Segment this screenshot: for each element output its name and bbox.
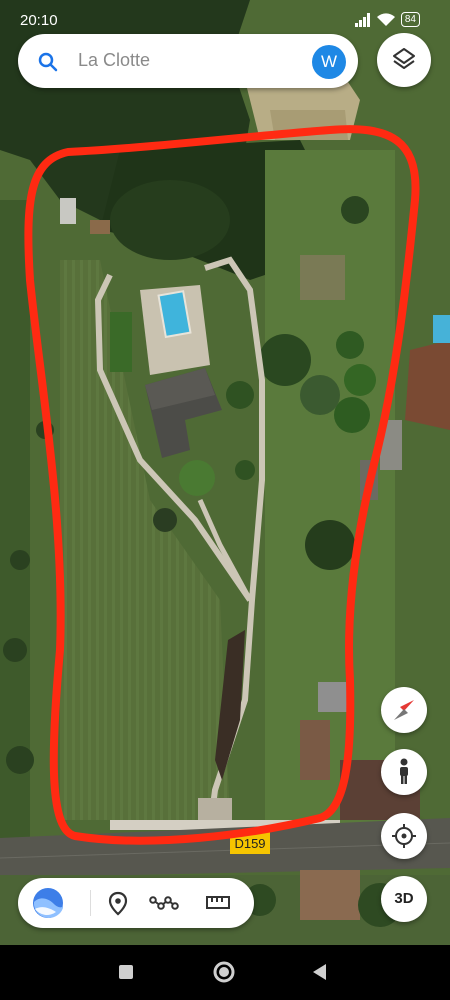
tree <box>153 508 177 532</box>
bush <box>336 331 364 359</box>
tree-canopy <box>110 180 230 260</box>
path-button[interactable] <box>142 878 186 928</box>
earth-logo-icon <box>33 888 63 918</box>
tree <box>226 381 254 409</box>
rooftop <box>300 870 360 920</box>
my-location-icon <box>392 824 416 848</box>
status-icons: 84 <box>354 12 420 27</box>
home-icon[interactable] <box>209 957 239 987</box>
measure-button[interactable] <box>196 878 240 928</box>
layers-button[interactable] <box>377 33 431 87</box>
path-icon <box>149 896 179 910</box>
road-label: D159 <box>234 836 265 851</box>
system-nav-bar <box>0 945 450 1000</box>
compass-button[interactable] <box>381 687 427 733</box>
earth-logo-button[interactable] <box>26 878 70 928</box>
avatar[interactable]: W <box>312 45 346 79</box>
compass-icon <box>394 700 414 720</box>
bush <box>344 364 376 396</box>
wifi-icon <box>376 12 395 26</box>
my-location-button[interactable] <box>381 813 427 859</box>
tree <box>235 460 255 480</box>
pool-small <box>433 315 450 343</box>
small-building <box>60 198 76 224</box>
search-bar[interactable]: La Clotte W <box>18 34 358 88</box>
signal-icon <box>354 12 370 27</box>
three-d-button[interactable]: 3D <box>381 876 427 922</box>
battery-indicator: 84 <box>400 12 420 27</box>
placemark-button[interactable] <box>96 878 140 928</box>
layers-icon <box>393 48 415 69</box>
ruler-icon <box>206 896 230 909</box>
recents-icon[interactable] <box>111 957 141 987</box>
back-icon[interactable] <box>305 957 335 987</box>
search-icon[interactable] <box>36 50 60 74</box>
rooftop <box>318 682 348 712</box>
garden-plot <box>300 255 345 300</box>
hedge <box>110 312 132 372</box>
street-view-icon <box>400 758 408 784</box>
tree <box>300 375 340 415</box>
toolbar-divider <box>90 890 91 916</box>
tree <box>341 196 369 224</box>
rooftop <box>405 340 450 430</box>
satellite-map[interactable]: D159 <box>0 0 450 945</box>
placemark-icon <box>108 891 128 916</box>
bush <box>334 397 370 433</box>
status-time: 20:10 <box>20 12 58 29</box>
bottom-toolbar <box>18 878 254 928</box>
tree <box>179 460 215 496</box>
tree <box>259 334 311 386</box>
rooftop <box>300 720 330 780</box>
tree <box>305 520 355 570</box>
search-input[interactable]: La Clotte <box>78 50 150 71</box>
street-view-button[interactable] <box>381 749 427 795</box>
